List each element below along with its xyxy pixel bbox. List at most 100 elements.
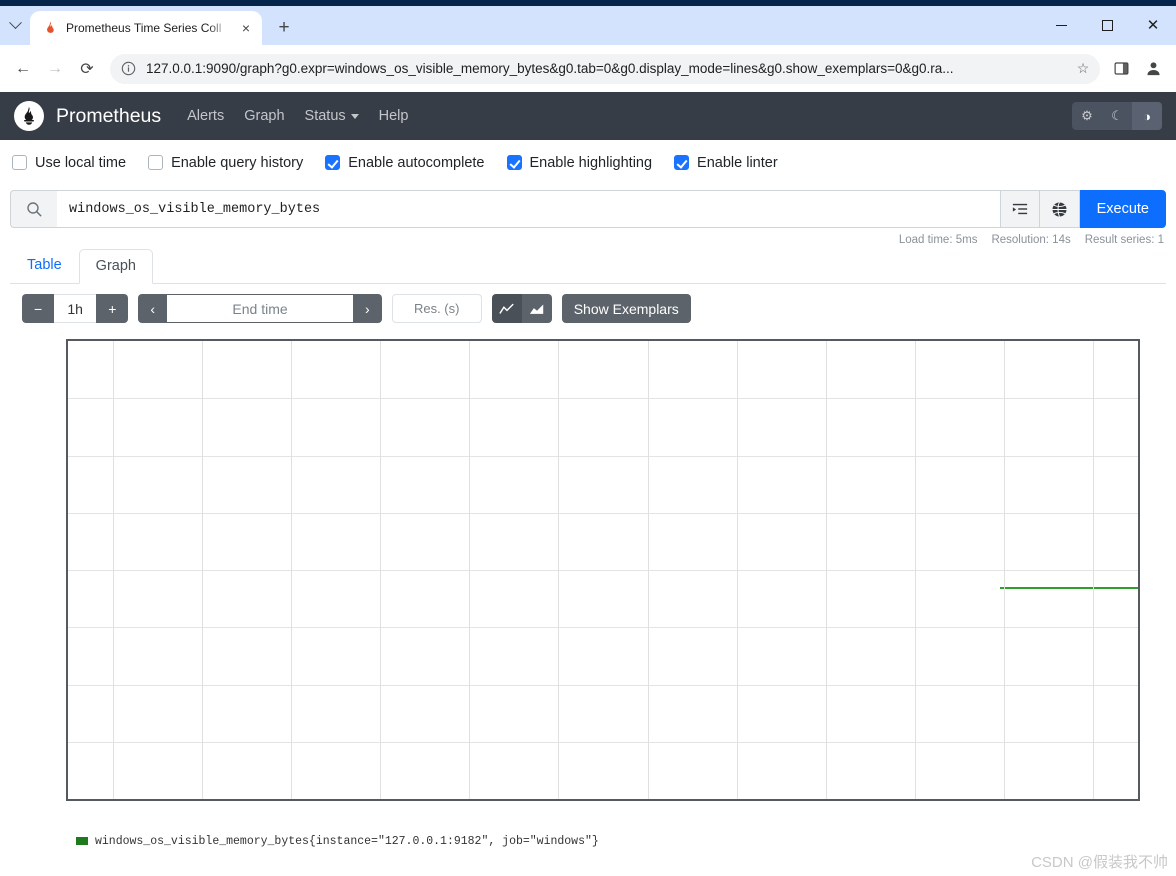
series-line-windows-os-visible-memory-bytes — [999, 586, 1138, 590]
bookmark-star-icon[interactable]: ☆ — [1072, 60, 1094, 77]
query-options-row: Use local time Enable query history Enab… — [10, 140, 1166, 185]
gear-icon[interactable]: ⚙ — [1072, 102, 1102, 130]
option-enable-query-history[interactable]: Enable query history — [148, 155, 303, 171]
result-series-status: Result series: 1 — [1084, 234, 1164, 246]
option-enable-linter[interactable]: Enable linter — [674, 155, 778, 171]
query-bar: windows_os_visible_memory_bytes Execute — [10, 190, 1166, 228]
execute-button[interactable]: Execute — [1079, 190, 1166, 228]
extensions-icon[interactable] — [1106, 54, 1136, 84]
tab-table[interactable]: Table — [10, 248, 79, 283]
prometheus-brand[interactable]: Prometheus — [56, 105, 161, 128]
gridline-horizontal — [68, 741, 1138, 743]
option-label: Enable highlighting — [529, 154, 653, 171]
gridline-vertical — [825, 341, 827, 799]
prometheus-flame-icon — [42, 20, 58, 36]
graph-controls-toolbar: − 1h + ‹ End time › Res. (s) Show Exempl… — [10, 284, 1166, 331]
minimize-icon — [1055, 25, 1067, 26]
address-bar[interactable]: 127.0.0.1:9090/graph?g0.expr=windows_os_… — [110, 53, 1100, 84]
load-time-status: Load time: 5ms — [898, 234, 978, 246]
new-tab-button[interactable]: + — [270, 14, 298, 42]
graph-chart[interactable]: 45.00G42.50G40.00G37.50G35.00G32.50G30.0… — [20, 331, 1140, 848]
chevron-down-icon — [350, 113, 359, 119]
format-query-icon[interactable] — [999, 190, 1040, 228]
close-window-button[interactable]: ✕ — [1130, 6, 1176, 45]
browser-tabstrip: Prometheus Time Series Coll × + ✕ — [0, 6, 1176, 45]
query-input[interactable]: windows_os_visible_memory_bytes — [57, 190, 1000, 228]
gridline-vertical — [647, 341, 649, 799]
address-bar-url: 127.0.0.1:9090/graph?g0.expr=windows_os_… — [146, 61, 954, 76]
gridline-horizontal — [68, 512, 1138, 514]
end-time-input[interactable]: End time — [167, 294, 354, 323]
query-status-line: Load time: 5ms Resolution: 14s Result se… — [10, 228, 1166, 246]
gridline-vertical — [380, 341, 382, 799]
decrease-range-button[interactable]: − — [22, 294, 55, 323]
next-time-button[interactable]: › — [353, 294, 382, 323]
option-enable-autocomplete[interactable]: Enable autocomplete — [325, 154, 485, 171]
legend-color-swatch[interactable] — [76, 837, 88, 845]
nav-link-help[interactable]: Help — [379, 108, 409, 124]
watermark: CSDN @假装我不帅 — [1031, 854, 1168, 871]
gridline-horizontal — [68, 627, 1138, 629]
nav-link-help-label: Help — [378, 108, 409, 124]
gridline-vertical — [469, 341, 471, 799]
nav-link-alerts-label: Alerts — [187, 108, 225, 124]
gridline-vertical — [290, 341, 292, 799]
theme-toggle-group: ⚙ ☾ ◑ — [1072, 102, 1162, 130]
option-label: Enable autocomplete — [348, 154, 485, 171]
plot-area[interactable]: 45.00G42.50G40.00G37.50G35.00G32.50G30.0… — [66, 339, 1140, 801]
prometheus-logo-icon[interactable] — [14, 101, 44, 131]
nav-link-status[interactable]: Status — [305, 108, 359, 124]
tab-graph[interactable]: Graph — [78, 248, 153, 284]
checkbox-checked-icon[interactable] — [674, 155, 690, 170]
page-content: Use local time Enable query history Enab… — [0, 140, 1176, 871]
close-icon[interactable]: × — [236, 18, 256, 38]
gridline-vertical — [915, 341, 917, 799]
gridline-vertical — [1004, 341, 1006, 799]
stacked-area-chart-icon[interactable] — [521, 294, 552, 323]
checkbox-checked-icon[interactable] — [325, 155, 341, 170]
nav-link-status-label: Status — [304, 108, 346, 124]
checkbox-unchecked-icon[interactable] — [12, 155, 27, 170]
previous-time-button[interactable]: ‹ — [138, 294, 168, 323]
result-view-tabs: Table Graph — [10, 248, 1166, 284]
option-label: Enable query history — [171, 154, 304, 171]
browser-tab-title: Prometheus Time Series Coll — [66, 21, 222, 35]
moon-icon[interactable]: ☾ — [1102, 102, 1132, 130]
reload-button[interactable]: ⟳ — [72, 54, 102, 84]
legend-label[interactable]: windows_os_visible_memory_bytes{instance… — [95, 835, 599, 848]
browser-toolbar: ← → ⟳ 127.0.0.1:9090/graph?g0.expr=windo… — [0, 45, 1176, 92]
option-label: Use local time — [35, 154, 127, 171]
nav-link-alerts[interactable]: Alerts — [187, 108, 224, 124]
range-input[interactable]: 1h — [54, 294, 97, 323]
checkbox-unchecked-icon[interactable] — [148, 155, 164, 170]
tab-search-button[interactable] — [0, 6, 30, 45]
close-window-icon: ✕ — [1146, 17, 1160, 34]
profile-avatar-icon[interactable] — [1138, 54, 1168, 84]
prometheus-navbar: Prometheus Alerts Graph Status Help ⚙ ☾ … — [0, 92, 1176, 140]
info-circle-icon[interactable] — [118, 59, 138, 79]
gridline-horizontal — [68, 684, 1138, 686]
option-enable-highlighting[interactable]: Enable highlighting — [506, 154, 653, 171]
increase-range-button[interactable]: + — [96, 294, 129, 323]
gridline-horizontal — [68, 570, 1138, 571]
nav-link-graph-label: Graph — [244, 108, 285, 124]
chart-legend: windows_os_visible_memory_bytes{instance… — [76, 833, 599, 849]
maximize-button[interactable] — [1084, 6, 1130, 45]
back-button[interactable]: ← — [8, 54, 38, 84]
forward-button[interactable]: → — [40, 54, 70, 84]
end-time-group: ‹ End time › — [138, 294, 382, 323]
resolution-input[interactable]: Res. (s) — [391, 294, 482, 323]
globe-icon[interactable] — [1039, 190, 1080, 228]
gridline-horizontal — [68, 455, 1138, 457]
option-use-local-time[interactable]: Use local time — [12, 155, 126, 171]
window-controls: ✕ — [1038, 6, 1176, 45]
browser-tab[interactable]: Prometheus Time Series Coll × — [30, 11, 262, 45]
gridline-vertical — [112, 341, 114, 799]
nav-link-graph[interactable]: Graph — [244, 108, 284, 124]
half-circle-icon[interactable]: ◑ — [1132, 102, 1162, 130]
minimize-button[interactable] — [1038, 6, 1084, 45]
line-chart-icon[interactable] — [491, 294, 522, 323]
maximize-icon — [1101, 20, 1113, 31]
checkbox-checked-icon[interactable] — [506, 155, 522, 170]
show-exemplars-button[interactable]: Show Exemplars — [561, 294, 691, 323]
